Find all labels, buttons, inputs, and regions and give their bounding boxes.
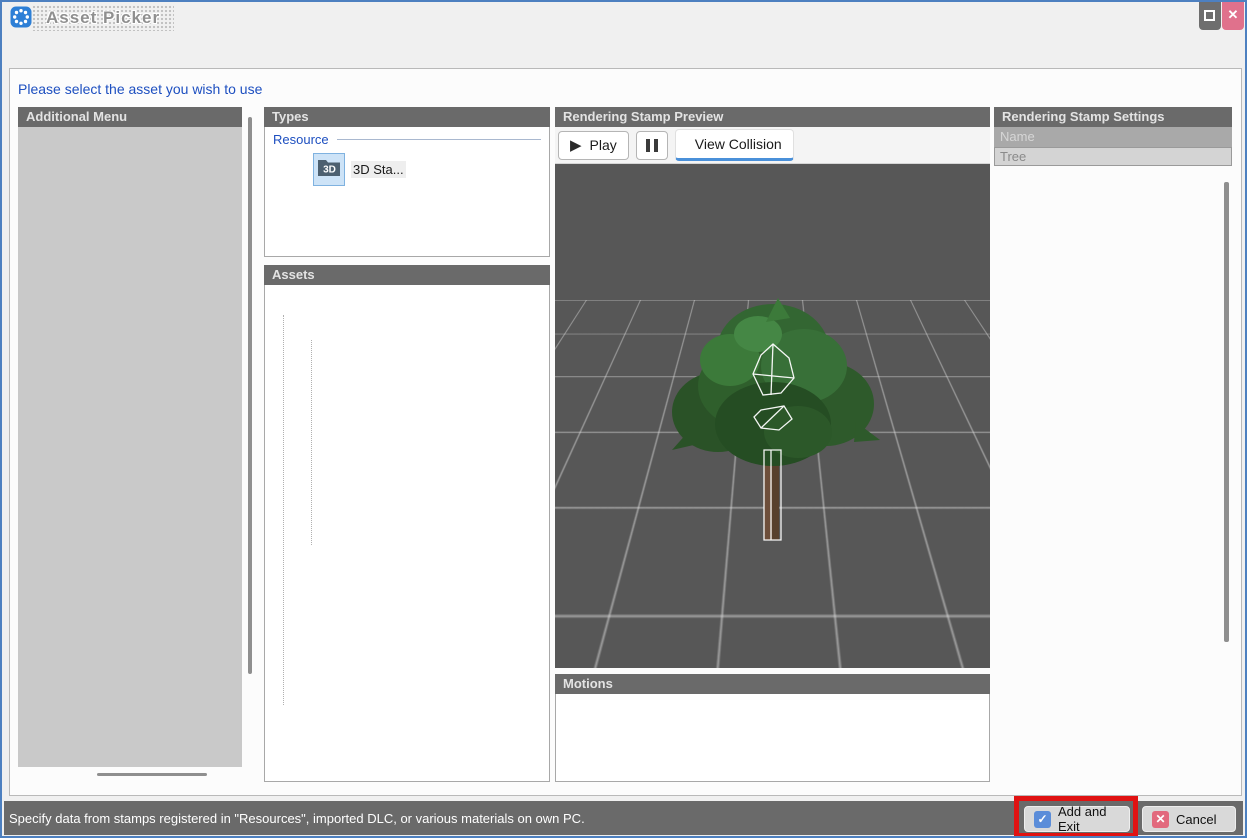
types-body: Resource 3D 3D Sta... (264, 127, 550, 257)
check-icon: ✓ (1034, 811, 1051, 828)
tree-guide-line (311, 340, 312, 545)
tree-model-preview (658, 282, 888, 562)
app-logo-icon (10, 6, 32, 28)
pause-button[interactable] (636, 131, 668, 160)
pack-list (18, 127, 242, 767)
close-button[interactable]: ✕ (1222, 2, 1244, 30)
play-icon: ▶ (570, 138, 582, 153)
ground-grid (555, 164, 990, 300)
title-bar: Asset Picker ✕ (2, 2, 1245, 32)
window-title: Asset Picker (46, 8, 160, 28)
pause-icon (646, 139, 658, 152)
tree-guide-line (283, 315, 284, 705)
assets-header: Assets (264, 265, 550, 285)
3d-stamp-icon: 3D (316, 156, 342, 183)
types-header: Types (264, 107, 550, 127)
add-and-exit-button[interactable]: ✓ Add and Exit (1024, 806, 1130, 832)
additional-menu-panel: Additional Menu (18, 107, 242, 767)
rendering-stamp-preview-panel: Rendering Stamp Preview ▶ Play View Coll… (555, 107, 990, 668)
asset-tree (264, 285, 550, 782)
svg-text:3D: 3D (323, 165, 336, 176)
motions-header: Motions (555, 674, 990, 694)
assets-panel: Assets (264, 265, 550, 782)
additional-menu-scrollbar[interactable] (248, 117, 252, 674)
name-field[interactable]: Tree (994, 147, 1232, 166)
settings-scrollbar[interactable] (1224, 182, 1229, 642)
instruction-text: Please select the asset you wish to use (18, 81, 262, 97)
types-group-label: Resource (273, 132, 541, 147)
cancel-button[interactable]: ✕ Cancel (1142, 806, 1236, 832)
rendering-stamp-settings-panel: Rendering Stamp Settings Name Tree (994, 107, 1232, 792)
types-panel: Types Resource 3D 3D Sta... (264, 107, 550, 257)
maximize-icon (1204, 10, 1215, 21)
cancel-label: Cancel (1176, 812, 1216, 827)
play-label: Play (590, 137, 617, 153)
status-text: Specify data from stamps registered in "… (9, 811, 585, 826)
motions-panel: Motions (555, 674, 990, 782)
motions-list (555, 694, 990, 782)
cancel-x-icon: ✕ (1152, 811, 1169, 828)
view-collision-button[interactable]: View Collision (675, 129, 794, 161)
play-button[interactable]: ▶ Play (558, 131, 629, 160)
preview-header: Rendering Stamp Preview (555, 107, 990, 127)
additional-menu-hscrollbar[interactable] (97, 773, 207, 776)
add-and-exit-label: Add and Exit (1058, 804, 1120, 834)
name-label: Name (994, 127, 1232, 147)
type-item-label: 3D Sta... (351, 161, 406, 178)
additional-menu-header: Additional Menu (18, 107, 242, 127)
type-item-3d-stamp[interactable]: 3D 3D Sta... (313, 153, 406, 186)
preview-viewport[interactable] (555, 164, 990, 668)
preview-toolbar: ▶ Play View Collision (555, 127, 990, 164)
maximize-button[interactable] (1199, 2, 1221, 30)
title-pattern: Asset Picker (32, 5, 174, 31)
settings-header: Rendering Stamp Settings (994, 107, 1232, 127)
asset-picker-window: Asset Picker ✕ Please select the asset y… (0, 0, 1247, 838)
type-item-selection: 3D (313, 153, 345, 186)
view-collision-label: View Collision (695, 136, 782, 152)
